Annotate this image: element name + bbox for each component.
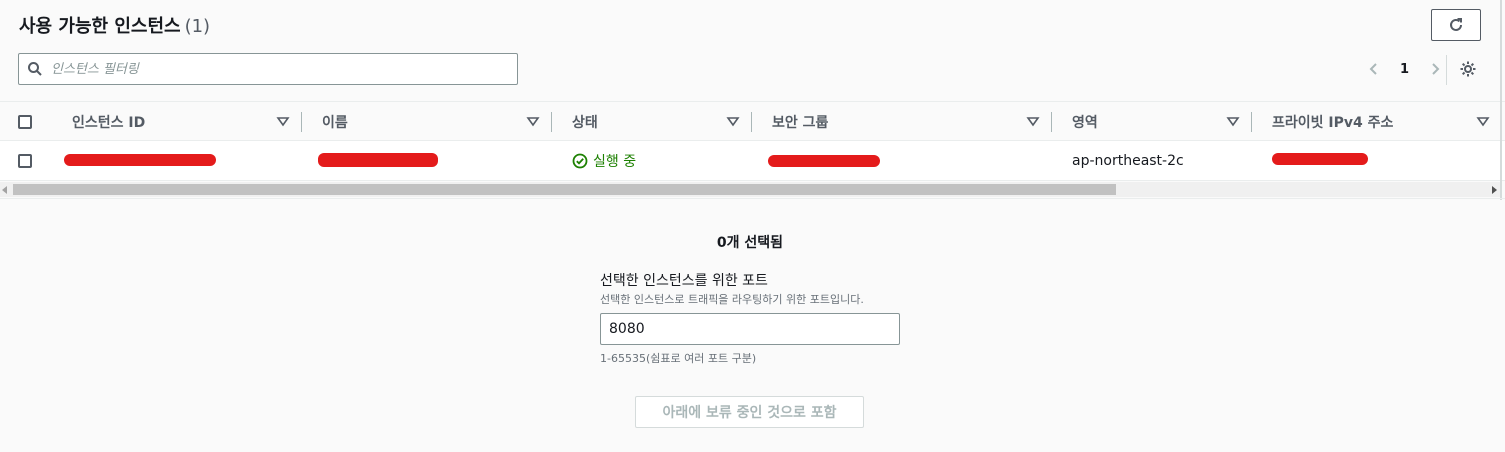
port-hint: 1-65535(쉼표로 여러 포트 구분) — [600, 352, 757, 365]
scroll-right-icon[interactable] — [1492, 186, 1497, 194]
panel-right-border — [1500, 0, 1502, 200]
instance-count: (1) — [184, 16, 211, 37]
gear-icon — [1460, 61, 1476, 77]
row-checkbox[interactable] — [18, 154, 32, 168]
table-row[interactable]: 실행 중 ap-northeast-2c — [0, 141, 1505, 181]
column-resizer[interactable] — [301, 112, 302, 132]
column-header-zone[interactable]: 영역 — [1072, 102, 1242, 142]
instance-filter[interactable] — [18, 53, 518, 85]
search-icon — [28, 62, 42, 76]
table-header: 인스턴스 ID 이름 상태 보안 그룹 영역 프라이빗 IPv4 주소 — [0, 101, 1505, 141]
search-input[interactable] — [51, 61, 491, 77]
column-resizer[interactable] — [1251, 112, 1252, 132]
chevron-left-icon — [1369, 63, 1377, 75]
caret-down-icon[interactable] — [276, 114, 290, 128]
status-text: 실행 중 — [593, 154, 637, 170]
page-number[interactable]: 1 — [1386, 62, 1423, 77]
refresh-icon — [1450, 18, 1462, 31]
scrollbar-thumb[interactable] — [13, 184, 1116, 195]
status-cell: 실행 중 — [572, 141, 636, 181]
scroll-left-icon[interactable] — [2, 186, 7, 194]
redacted-name — [318, 153, 438, 167]
column-header-instance-id[interactable]: 인스턴스 ID — [72, 102, 292, 142]
caret-down-icon[interactable] — [526, 114, 540, 128]
column-resizer[interactable] — [751, 112, 752, 132]
column-label: 영역 — [1072, 115, 1098, 131]
column-label: 상태 — [572, 115, 598, 131]
column-resizer[interactable] — [1051, 112, 1052, 132]
port-form: 선택한 인스턴스를 위한 포트 선택한 인스턴스로 트래픽을 라우팅하기 위한 … — [600, 270, 900, 366]
instances-table: 인스턴스 ID 이름 상태 보안 그룹 영역 프라이빗 IPv4 주소 실행 중… — [0, 101, 1505, 181]
redacted-security-group — [768, 155, 880, 167]
title-text: 사용 가능한 인스턴스 — [19, 16, 181, 37]
column-header-security-group[interactable]: 보안 그룹 — [772, 102, 1042, 142]
chevron-right-icon — [1432, 63, 1440, 75]
port-description: 선택한 인스턴스로 트래픽을 라우팅하기 위한 포트입니다. — [600, 293, 864, 306]
caret-down-icon[interactable] — [1026, 114, 1040, 128]
column-label: 프라이빗 IPv4 주소 — [1272, 115, 1394, 131]
port-label: 선택한 인스턴스를 위한 포트 — [600, 273, 768, 289]
caret-down-icon[interactable] — [1226, 114, 1240, 128]
zone-cell: ap-northeast-2c — [1072, 153, 1184, 169]
column-header-status[interactable]: 상태 — [572, 102, 742, 142]
column-label: 인스턴스 ID — [72, 115, 146, 131]
pager-divider — [1446, 55, 1447, 85]
column-header-private-ipv4[interactable]: 프라이빗 IPv4 주소 — [1272, 102, 1492, 142]
caret-down-icon[interactable] — [1476, 114, 1490, 128]
selected-count: 0개 선택됨 — [716, 235, 784, 251]
column-label: 이름 — [322, 115, 348, 131]
horizontal-scrollbar[interactable] — [0, 182, 1500, 197]
prev-page-button[interactable] — [1362, 57, 1386, 81]
redacted-instance-id — [64, 154, 216, 166]
next-page-button[interactable] — [1423, 57, 1447, 81]
page-title: 사용 가능한 인스턴스 (1) — [19, 12, 210, 38]
pagination: 1 — [1362, 56, 1447, 82]
redacted-private-ip — [1272, 153, 1368, 165]
column-header-name[interactable]: 이름 — [322, 102, 542, 142]
select-all-checkbox[interactable] — [18, 115, 32, 129]
column-label: 보안 그룹 — [772, 115, 829, 131]
divider — [0, 198, 1505, 199]
column-resizer[interactable] — [551, 112, 552, 132]
include-as-pending-button[interactable]: 아래에 보류 중인 것으로 포함 — [635, 396, 864, 428]
caret-down-icon[interactable] — [726, 114, 740, 128]
port-input[interactable] — [600, 313, 900, 345]
check-circle-icon — [572, 153, 588, 169]
refresh-button[interactable] — [1431, 9, 1481, 41]
table-settings-button[interactable] — [1457, 58, 1479, 80]
instances-panel-header: 사용 가능한 인스턴스(1) 1 — [0, 0, 1505, 100]
